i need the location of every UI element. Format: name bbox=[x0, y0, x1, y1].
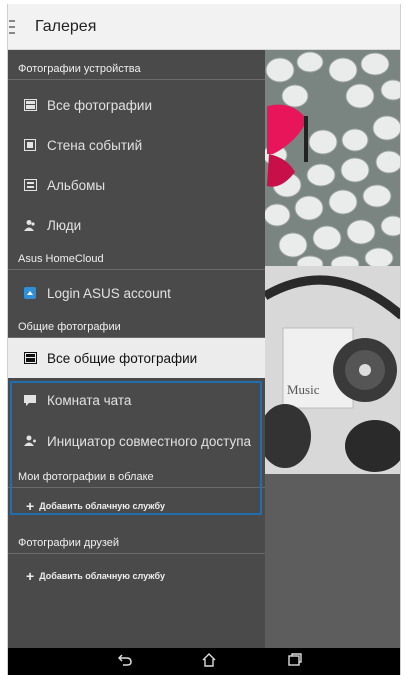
menu-icon[interactable] bbox=[9, 19, 23, 34]
album-icon bbox=[23, 178, 37, 192]
share-initiator-icon bbox=[23, 434, 37, 448]
section-homecloud: Asus HomeCloud bbox=[8, 248, 265, 270]
photo-thumbnail-music[interactable]: Music bbox=[265, 266, 400, 474]
drawer-item-label: Инициатор совместного доступа bbox=[47, 433, 252, 449]
photo-thumbnail-butterfly[interactable] bbox=[265, 50, 400, 266]
section-cloud-photos: Мои фотографии в облаке bbox=[8, 466, 265, 488]
add-cloud-service-label: Добавить облачную службу bbox=[39, 571, 166, 581]
drawer-item-albums[interactable]: Альбомы bbox=[8, 165, 265, 205]
people-icon bbox=[23, 218, 37, 232]
app-title: Галерея bbox=[35, 17, 97, 35]
chat-icon bbox=[23, 393, 37, 407]
drawer-item-login-asus[interactable]: Login ASUS account bbox=[8, 273, 265, 313]
photos-icon bbox=[23, 98, 37, 112]
system-navigation-bar bbox=[8, 648, 400, 675]
homecloud-icon bbox=[23, 286, 37, 300]
add-cloud-service-button[interactable]: + Добавить облачную службу bbox=[8, 491, 265, 521]
drawer-item-events-wall[interactable]: Стена событий bbox=[8, 125, 265, 165]
events-wall-icon bbox=[23, 138, 37, 152]
plus-icon: + bbox=[26, 568, 35, 584]
drawer-item-label: Комната чата bbox=[47, 392, 132, 408]
drawer-item-chat-room[interactable]: Комната чата bbox=[8, 380, 265, 420]
section-device-photos: Фотографии устройства bbox=[8, 58, 265, 80]
photos-icon bbox=[23, 351, 37, 365]
navigation-drawer: Фотографии устройства Все фотографии Сте… bbox=[8, 50, 265, 648]
app-header: Галерея bbox=[8, 4, 400, 50]
section-shared-photos: Общие фотографии bbox=[8, 316, 265, 338]
plus-icon: + bbox=[26, 498, 35, 514]
drawer-item-share-initiator[interactable]: Инициатор совместного доступа bbox=[8, 421, 265, 461]
drawer-item-all-shared-photos[interactable]: Все общие фотографии bbox=[8, 338, 265, 378]
music-label: Music bbox=[287, 382, 320, 397]
add-cloud-service-label: Добавить облачную службу bbox=[39, 501, 166, 511]
drawer-item-label: Login ASUS account bbox=[47, 285, 171, 301]
add-friends-cloud-service-button[interactable]: + Добавить облачную службу bbox=[8, 561, 265, 591]
back-button[interactable] bbox=[110, 650, 140, 674]
back-icon bbox=[117, 653, 132, 671]
home-button[interactable] bbox=[194, 650, 224, 674]
recents-button[interactable] bbox=[280, 650, 310, 674]
drawer-item-label: Стена событий bbox=[47, 137, 143, 153]
drawer-item-label: Все фотографии bbox=[47, 97, 153, 113]
drawer-item-label: Люди bbox=[47, 217, 82, 233]
drawer-item-people[interactable]: Люди bbox=[8, 205, 265, 245]
gallery-app: Галерея Фотографии устройства Все фотогр… bbox=[7, 4, 401, 675]
drawer-item-label: Все общие фотографии bbox=[47, 350, 198, 366]
photo-grid-background: Music bbox=[265, 50, 400, 648]
recents-icon bbox=[288, 653, 302, 671]
home-icon bbox=[202, 652, 216, 672]
section-friends-photos: Фотографии друзей bbox=[8, 532, 265, 554]
drawer-item-label: Альбомы bbox=[47, 177, 106, 193]
drawer-item-all-photos[interactable]: Все фотографии bbox=[8, 85, 265, 125]
